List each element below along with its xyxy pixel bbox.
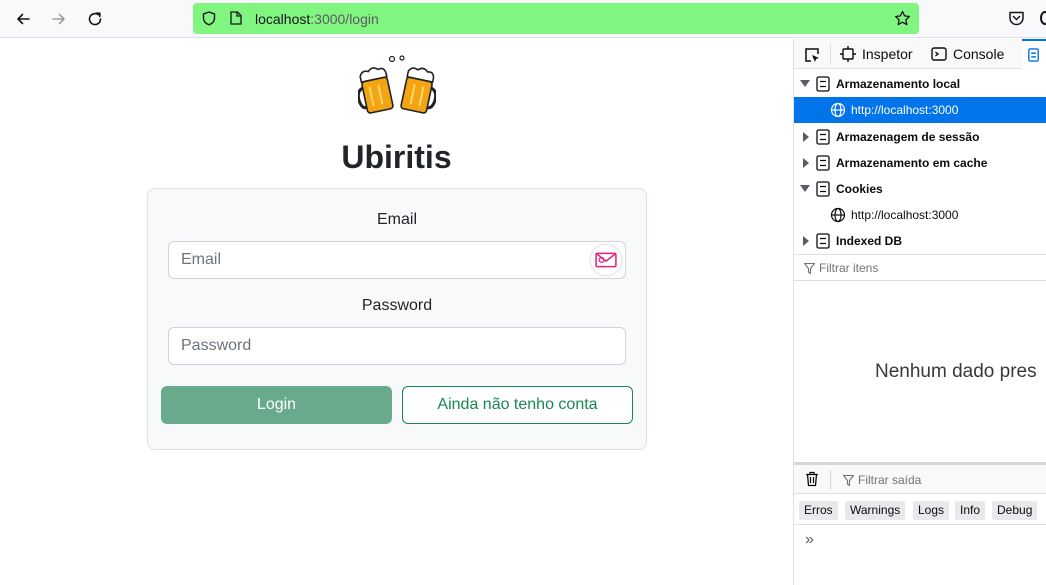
email-field[interactable]: Email [168, 241, 626, 279]
level-logs-button[interactable]: Logs [913, 501, 950, 520]
expanded-arrow-icon[interactable] [800, 80, 810, 87]
level-errors-button[interactable]: Erros [799, 501, 838, 520]
tree-label: Cookies [836, 182, 883, 196]
login-page: Ubiritis Email Email Password Password L… [0, 39, 793, 585]
tree-indexed-db[interactable]: Indexed DB [794, 228, 1046, 254]
password-label: Password [361, 297, 433, 314]
account-icon[interactable] [1040, 11, 1046, 25]
tab-inspector[interactable]: Inspetor [840, 39, 913, 69]
signup-button[interactable]: Ainda não tenho conta [402, 386, 633, 424]
email-autofill-icon[interactable] [591, 245, 621, 275]
expanded-arrow-icon[interactable] [800, 185, 810, 192]
url-bar[interactable]: localhost:3000/login [193, 3, 919, 34]
beer-mugs-logo [358, 55, 436, 114]
level-warnings-button[interactable]: Warnings [845, 501, 906, 520]
collapsed-arrow-icon[interactable] [803, 236, 809, 246]
log-level-filters: Erros Warnings Logs Info Debug [794, 495, 1046, 525]
app-title: Ubiritis [341, 139, 452, 175]
tree-label: Armazenamento em cache [836, 156, 988, 170]
storage-filter-placeholder: Filtrar itens [819, 261, 879, 275]
database-icon [816, 181, 830, 197]
url-host: localhost [255, 11, 311, 27]
url-path: :3000/login [310, 11, 379, 27]
devtools-panel: Inspetor Console Armazenamento local htt… [793, 39, 1046, 585]
tree-label: Indexed DB [836, 234, 903, 248]
page-icon[interactable] [230, 11, 242, 25]
devtools-tabbar: Inspetor Console [794, 39, 1046, 69]
tab-separator [830, 43, 831, 65]
storage-filter[interactable]: Filtrar itens [794, 254, 1046, 281]
tab-console-label: Console [953, 46, 1005, 62]
level-info-button[interactable]: Info [955, 501, 986, 520]
reload-icon[interactable] [83, 7, 107, 31]
console-prompt-icon[interactable]: » [805, 531, 814, 549]
tree-cache-storage[interactable]: Armazenamento em cache [794, 150, 1046, 176]
tab-storage[interactable] [1022, 39, 1046, 69]
tree-cookies[interactable]: Cookies [794, 176, 1046, 202]
inspector-icon [840, 46, 856, 62]
tree-label: Armazenamento local [836, 77, 961, 91]
collapsed-arrow-icon[interactable] [803, 132, 809, 142]
tab-inspector-label: Inspetor [862, 46, 913, 62]
element-picker-icon[interactable] [804, 47, 820, 63]
url-text[interactable]: localhost:3000/login [255, 11, 379, 27]
tree-session-storage[interactable]: Armazenagem de sessão [794, 124, 1046, 150]
globe-icon [830, 102, 846, 118]
tree-label: http://localhost:3000 [851, 103, 959, 117]
console-toolbar: Filtrar saída [794, 462, 1046, 494]
globe-icon [830, 207, 846, 223]
password-field[interactable]: Password [168, 327, 626, 365]
tree-label: Armazenagem de sessão [836, 130, 980, 144]
tree-local-storage[interactable]: Armazenamento local [794, 71, 1046, 97]
email-label: Email [376, 211, 417, 228]
level-debug-button[interactable]: Debug [992, 501, 1038, 520]
empty-message: Nenhum dado pres [875, 361, 1037, 382]
collapsed-arrow-icon[interactable] [803, 158, 809, 168]
password-placeholder: Password [181, 337, 252, 354]
star-icon[interactable] [894, 10, 911, 27]
tab-console[interactable]: Console [931, 39, 1004, 69]
forward-arrow-icon[interactable] [47, 7, 71, 31]
filter-icon [804, 263, 815, 274]
console-separator [830, 470, 831, 490]
tree-label: http://localhost:3000 [851, 208, 959, 222]
filter-icon [843, 475, 854, 486]
email-placeholder: Email [181, 251, 222, 268]
pocket-icon[interactable] [1008, 10, 1025, 27]
back-arrow-icon[interactable] [11, 7, 35, 31]
database-icon [816, 76, 830, 92]
database-icon [816, 129, 830, 145]
console-filter-input[interactable]: Filtrar saída [858, 473, 921, 487]
shield-icon[interactable] [202, 11, 216, 26]
tree-cookies-origin[interactable]: http://localhost:3000 [794, 202, 1046, 228]
login-card: Email Email Password Password Login Aind… [147, 188, 647, 450]
login-button[interactable]: Login [161, 386, 392, 424]
browser-toolbar: localhost:3000/login [0, 0, 1046, 38]
trash-icon[interactable] [805, 471, 819, 487]
storage-icon [1028, 48, 1039, 62]
database-icon [816, 155, 830, 171]
console-icon [931, 47, 947, 61]
database-icon [816, 233, 830, 249]
tree-local-storage-origin[interactable]: http://localhost:3000 [794, 97, 1046, 123]
